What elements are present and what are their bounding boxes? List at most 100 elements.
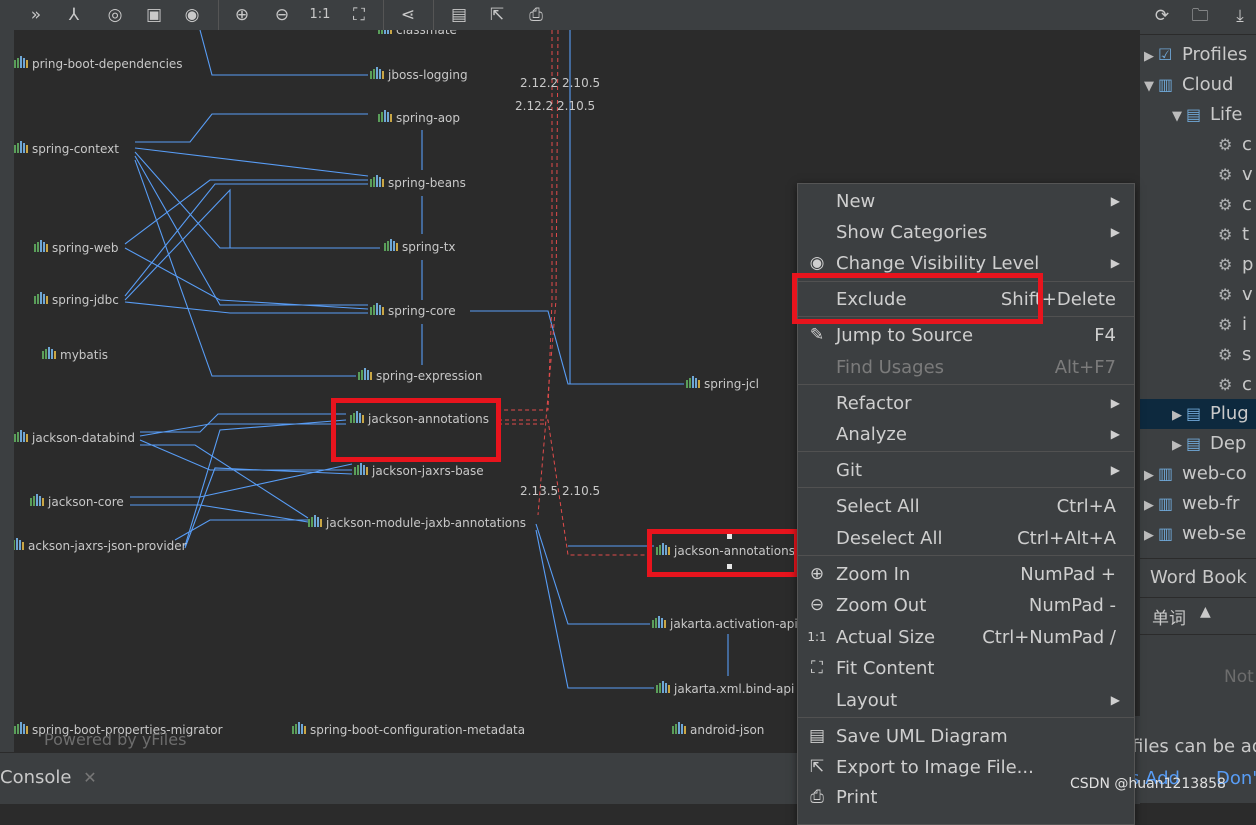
menu-item-deselect-all[interactable]: Deselect All Ctrl+Alt+A (798, 523, 1134, 554)
tree-item-label: c (1242, 374, 1252, 395)
collapse-left-icon[interactable]: » (24, 3, 48, 27)
collapsed-arrow-icon[interactable]: ▶ (1144, 491, 1158, 521)
dependency-node[interactable]: spring-web (34, 240, 119, 255)
eye-dropdown-icon[interactable]: ◉ (180, 3, 204, 27)
expanded-arrow-icon[interactable]: ▼ (1172, 102, 1186, 132)
dependency-node[interactable]: classmate (378, 30, 457, 37)
word-book-title: Word Book (1150, 567, 1247, 588)
dependency-node[interactable]: jackson-jaxrs-base (354, 463, 484, 478)
collapsed-arrow-icon[interactable]: ▶ (1144, 461, 1158, 491)
tree-item[interactable]: ⚙ v (1218, 160, 1253, 190)
menu-item-zoom-in[interactable]: ⊕ Zoom In NumPad + (798, 559, 1134, 590)
maven-artifact-icon (370, 303, 384, 315)
menu-item-find-usages[interactable]: Find Usages Alt+F7 (798, 352, 1134, 383)
tree-item[interactable]: ⚙ t (1218, 220, 1249, 250)
menu-item-select-all[interactable]: Select All Ctrl+A (798, 491, 1134, 522)
close-icon[interactable]: ✕ (83, 768, 96, 787)
menu-item-git[interactable]: Git ▶ (798, 455, 1134, 486)
expanded-arrow-icon[interactable]: ▼ (1144, 72, 1158, 102)
menu-item-new[interactable]: New ▶ (798, 186, 1134, 217)
collapsed-arrow-icon[interactable]: ▶ (1144, 521, 1158, 551)
tab-console[interactable]: Console ✕ (0, 767, 97, 788)
dependency-node-label: spring-aop (396, 111, 460, 125)
dependency-node[interactable]: mybatis (42, 347, 108, 362)
tree-item[interactable]: ▶ ☑ Profiles (1144, 40, 1247, 70)
tree-item[interactable]: ⚙ c (1218, 130, 1252, 160)
tree-item[interactable]: ▼ ▤ Life (1172, 100, 1242, 130)
dependency-node[interactable]: spring-beans (370, 175, 466, 190)
console-tab-label: Console (0, 767, 72, 788)
tree-item[interactable]: ▶ ▥ web-se (1144, 519, 1246, 549)
menu-separator (798, 384, 1134, 385)
menu-item-layout[interactable]: Layout ▶ (798, 685, 1134, 716)
dependency-node[interactable]: spring-boot-configuration-metadata (292, 722, 525, 737)
tree-item[interactable]: ▶ ▤ Dep (1172, 429, 1246, 459)
menu-item-save-uml-diagram[interactable]: ▤ Save UML Diagram (798, 721, 1134, 752)
dependency-node-label: mybatis (60, 348, 108, 362)
menu-item-refactor[interactable]: Refactor ▶ (798, 388, 1134, 419)
dependency-node[interactable]: spring-core (370, 303, 456, 318)
menu-item-actual-size[interactable]: 1:1 Actual Size Ctrl+NumPad / (798, 622, 1134, 653)
word-book-header[interactable]: 单词 ▲ (1140, 597, 1256, 635)
tree-item[interactable]: ⚙ c (1218, 190, 1252, 220)
dependencies-folder-icon: ▤ (1186, 434, 1202, 453)
menu-separator (798, 487, 1134, 488)
focus-icon[interactable]: ◎ (103, 3, 127, 27)
dependency-node[interactable]: jakarta.xml.bind-api (656, 681, 794, 696)
dependency-node[interactable]: spring-jcl (686, 376, 759, 391)
print-icon[interactable]: ⎙ (524, 3, 548, 27)
dependency-node[interactable]: spring-jdbc (34, 292, 119, 307)
dependency-node[interactable]: pring-boot-dependencies (14, 56, 183, 71)
actual-size-icon[interactable]: 1:1 (308, 3, 332, 27)
dependency-edges (124, 30, 729, 689)
dependency-node[interactable]: ackson-jaxrs-json-provider (14, 538, 187, 553)
menu-item-show-categories[interactable]: Show Categories ▶ (798, 217, 1134, 248)
save-icon[interactable]: ▤ (447, 3, 471, 27)
dependency-node[interactable]: jackson-databind (14, 430, 135, 445)
hierarchy-icon[interactable]: ⅄ (62, 3, 86, 27)
dependency-node[interactable]: jackson-core (30, 494, 124, 509)
folder-sync-icon[interactable]: 🗀 (1188, 4, 1212, 28)
collapsed-arrow-icon[interactable]: ▶ (1172, 431, 1186, 461)
sort-up-icon[interactable]: ▲ (1200, 604, 1211, 620)
zoom-in-icon[interactable]: ⊕ (230, 3, 254, 27)
collapsed-arrow-icon[interactable]: ▶ (1144, 42, 1158, 72)
lifecycle-folder-icon: ▤ (1186, 105, 1202, 124)
tree-item[interactable]: ⚙ i (1218, 310, 1247, 340)
tree-item[interactable]: ▶ ▥ web-co (1144, 459, 1247, 489)
select-frame-icon[interactable]: ▣ (142, 3, 166, 27)
dependency-node-label: spring-boot-configuration-metadata (310, 723, 525, 737)
submenu-arrow-icon: ▶ (1110, 463, 1120, 477)
reload-icon[interactable]: ⟳ (1150, 4, 1174, 28)
share-icon[interactable]: ⋖ (396, 3, 420, 27)
maven-artifact-icon (14, 722, 28, 734)
tree-item[interactable]: ▶ ▤ Plug (1172, 399, 1249, 429)
dependency-node[interactable]: spring-tx (384, 239, 456, 254)
menu-item-jump-to-source[interactable]: ✎ Jump to Source F4 (798, 320, 1134, 351)
word-column-label[interactable]: 单词 (1152, 604, 1186, 629)
menu-item-analyze[interactable]: Analyze ▶ (798, 419, 1134, 450)
tree-item[interactable]: ⚙ c (1218, 370, 1252, 400)
word-book-empty-text: Not (1224, 667, 1254, 687)
menu-item-fit-content[interactable]: ⛶ Fit Content (798, 653, 1134, 684)
fit-content-icon[interactable]: ⛶ (347, 3, 371, 27)
dependency-node[interactable]: jackson-module-jaxb-annotations (308, 515, 526, 530)
collapsed-arrow-icon[interactable]: ▶ (1172, 401, 1186, 431)
dependency-node[interactable]: jakarta.activation-api (652, 616, 798, 631)
export-icon[interactable]: ⇱ (485, 3, 509, 27)
menu-item-zoom-out[interactable]: ⊖ Zoom Out NumPad - (798, 590, 1134, 621)
dependency-node[interactable]: android-json (672, 722, 764, 737)
tree-item[interactable]: ⚙ p (1218, 250, 1253, 280)
zoom-out-icon[interactable]: ⊖ (270, 3, 294, 27)
tree-item[interactable]: ▼ ▥ Cloud (1144, 70, 1233, 100)
tree-item[interactable]: ⚙ v (1218, 280, 1253, 310)
dependency-node[interactable]: spring-context (14, 141, 119, 156)
download-icon[interactable]: ⤓ (1228, 4, 1252, 28)
maven-tool-window: ⟳ 🗀 ⤓ ▶ ☑ Profiles ▼ ▥ Cloud ▼ ▤ Life ⚙ c ⚙ v ⚙ c ⚙ t ⚙ p ⚙… (1140, 0, 1256, 803)
tree-item[interactable]: ▶ ▥ web-fr (1144, 489, 1239, 519)
gear-icon: ⚙ (1218, 375, 1233, 394)
dependency-node[interactable]: spring-expression (358, 368, 482, 383)
dependency-node[interactable]: spring-aop (378, 110, 460, 125)
dependency-node[interactable]: jboss-logging (370, 67, 468, 82)
tree-item[interactable]: ⚙ s (1218, 340, 1251, 370)
